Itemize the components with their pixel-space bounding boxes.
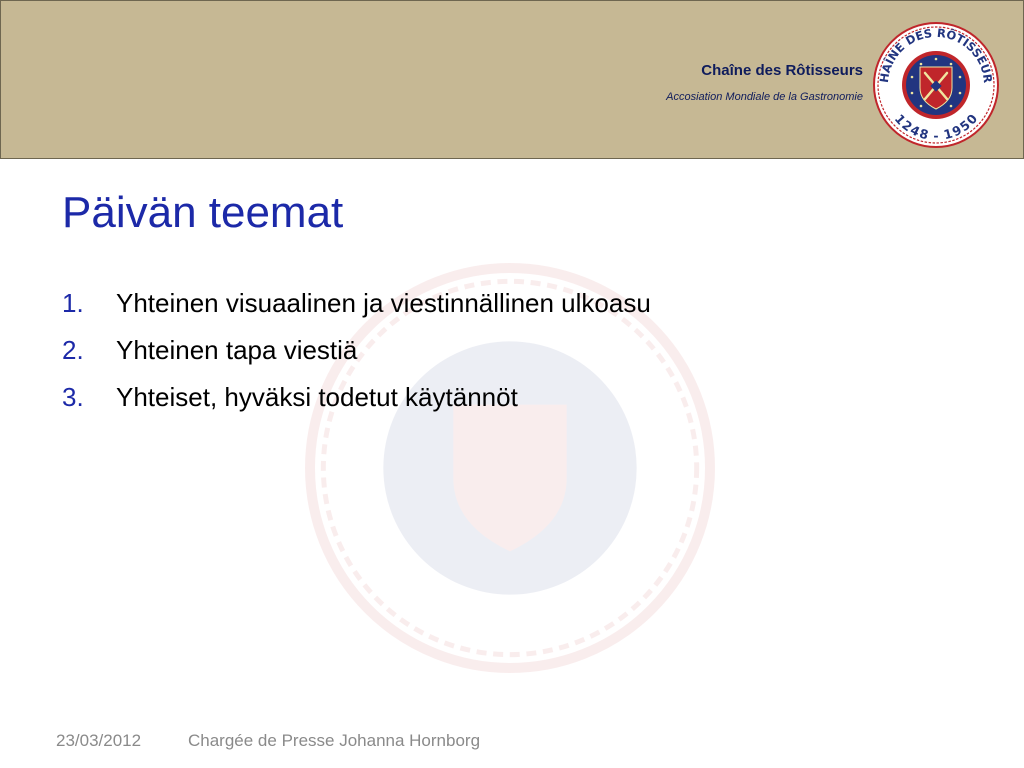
rotisseurs-emblem-icon: CHAÎNE DES RÔTISSEURS 1248 - 1950 <box>873 22 999 148</box>
topic-list: 1. Yhteinen visuaalinen ja viestinnällin… <box>62 280 651 421</box>
footer-date: 23/03/2012 <box>56 731 142 750</box>
list-item-text: Yhteinen visuaalinen ja viestinnällinen … <box>116 288 651 318</box>
org-subtitle: Accosiation Mondiale de la Gastronomie <box>666 91 863 103</box>
list-item-text: Yhteinen tapa viestiä <box>116 335 358 365</box>
header-bar: Chaîne des Rôtisseurs Accosiation Mondia… <box>0 0 1024 159</box>
list-item-text: Yhteiset, hyväksi todetut käytännöt <box>116 382 518 412</box>
list-item-number: 2. <box>62 335 84 365</box>
list-item-number: 1. <box>62 288 84 318</box>
slide-title: Päivän teemat <box>62 188 344 237</box>
list-item: 2. Yhteinen tapa viestiä <box>62 327 651 374</box>
list-item: 1. Yhteinen visuaalinen ja viestinnällin… <box>62 280 651 327</box>
org-name: Chaîne des Rôtisseurs <box>701 62 863 79</box>
list-item: 3. Yhteiset, hyväksi todetut käytännöt <box>62 374 651 421</box>
footer-author: Chargée de Presse Johanna Hornborg <box>188 731 481 750</box>
list-item-number: 3. <box>62 382 84 412</box>
